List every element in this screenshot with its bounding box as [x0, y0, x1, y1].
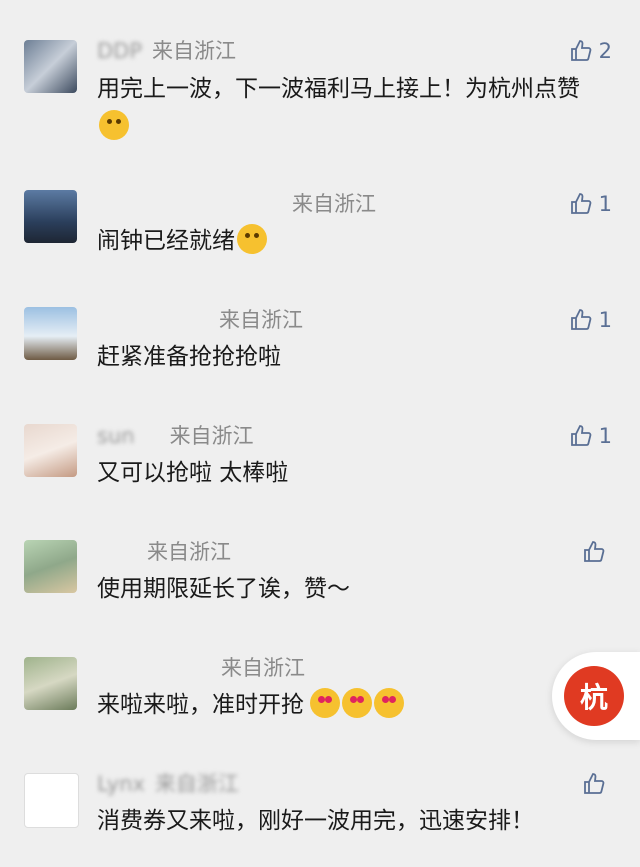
region-label: 来自浙江	[221, 656, 305, 680]
user-line: 来自浙江	[97, 654, 305, 682]
user-line: 来自浙江	[97, 190, 376, 218]
grin-icon	[99, 110, 129, 140]
user-line: sun 来自浙江	[97, 422, 254, 450]
comment-text: 使用期限延长了诶，赞～	[97, 570, 600, 608]
thumbs-up-icon	[584, 541, 605, 562]
like-count: 1	[598, 192, 612, 216]
comment-body: 用完上一波，下一波福利马上接上！为杭州点赞	[97, 76, 580, 102]
comment-text: 闹钟已经就绪	[97, 222, 600, 260]
comment-text: 用完上一波，下一波福利马上接上！为杭州点赞	[97, 70, 600, 146]
like-count: 1	[598, 424, 612, 448]
comment-body: 闹钟已经就绪	[97, 228, 235, 254]
user-line: 来自浙江	[97, 538, 231, 566]
region-label: 来自浙江	[147, 540, 231, 564]
comment-text: 赶紧准备抢抢抢啦	[97, 338, 600, 376]
avatar[interactable]	[24, 773, 79, 828]
avatar[interactable]	[24, 657, 77, 710]
avatar[interactable]	[24, 540, 77, 593]
heart-eyes-icon	[310, 688, 340, 718]
comment-body: 又可以抢啦 太棒啦	[97, 460, 289, 486]
username[interactable]: sun	[97, 424, 135, 448]
region-label: 来自浙江	[154, 772, 239, 796]
thumbs-up-icon	[570, 193, 591, 214]
like-count: 2	[598, 39, 612, 63]
avatar[interactable]	[24, 424, 77, 477]
heart-eyes-icon	[374, 688, 404, 718]
user-line: 来自浙江	[97, 306, 303, 334]
user-line: DDP 来自浙江	[97, 37, 236, 65]
username[interactable]: DDP	[97, 39, 142, 63]
comment-text: 来啦来啦，准时开抢	[97, 686, 600, 724]
thumbs-up-icon	[570, 40, 591, 61]
like-button[interactable]	[582, 538, 612, 566]
like-button[interactable]: 1	[569, 422, 612, 450]
like-button[interactable]: 1	[569, 190, 612, 218]
comment-body: 消费券又来啦，刚好一波用完，迅速安排！	[97, 808, 534, 834]
thumbs-up-icon	[584, 773, 605, 794]
region-label: 来自浙江	[219, 308, 303, 332]
region-label: 来自浙江	[292, 192, 376, 216]
username[interactable]: Lynx	[97, 772, 145, 796]
like-count: 1	[598, 308, 612, 332]
avatar[interactable]	[24, 307, 77, 360]
comment-body: 使用期限延长了诶，赞～	[97, 576, 350, 602]
avatar[interactable]	[24, 40, 77, 93]
avatar[interactable]	[24, 190, 77, 243]
smile-icon	[237, 224, 267, 254]
heart-eyes-icon	[342, 688, 372, 718]
hangzhou-logo-icon: 杭	[564, 666, 624, 726]
like-button[interactable]	[582, 770, 612, 798]
user-line: Lynx 来自浙江	[97, 770, 239, 798]
region-label: 来自浙江	[152, 39, 237, 63]
comment-body: 来啦来啦，准时开抢	[97, 692, 304, 718]
floating-action-button[interactable]: 杭	[552, 652, 640, 740]
thumbs-up-icon	[570, 425, 591, 446]
comment-text: 消费券又来啦，刚好一波用完，迅速安排！	[97, 802, 600, 840]
like-button[interactable]: 2	[569, 37, 612, 65]
comment-body: 赶紧准备抢抢抢啦	[97, 344, 281, 370]
like-button[interactable]: 1	[569, 306, 612, 334]
comment-text: 又可以抢啦 太棒啦	[97, 454, 600, 492]
region-label: 来自浙江	[169, 424, 254, 448]
thumbs-up-icon	[570, 309, 591, 330]
